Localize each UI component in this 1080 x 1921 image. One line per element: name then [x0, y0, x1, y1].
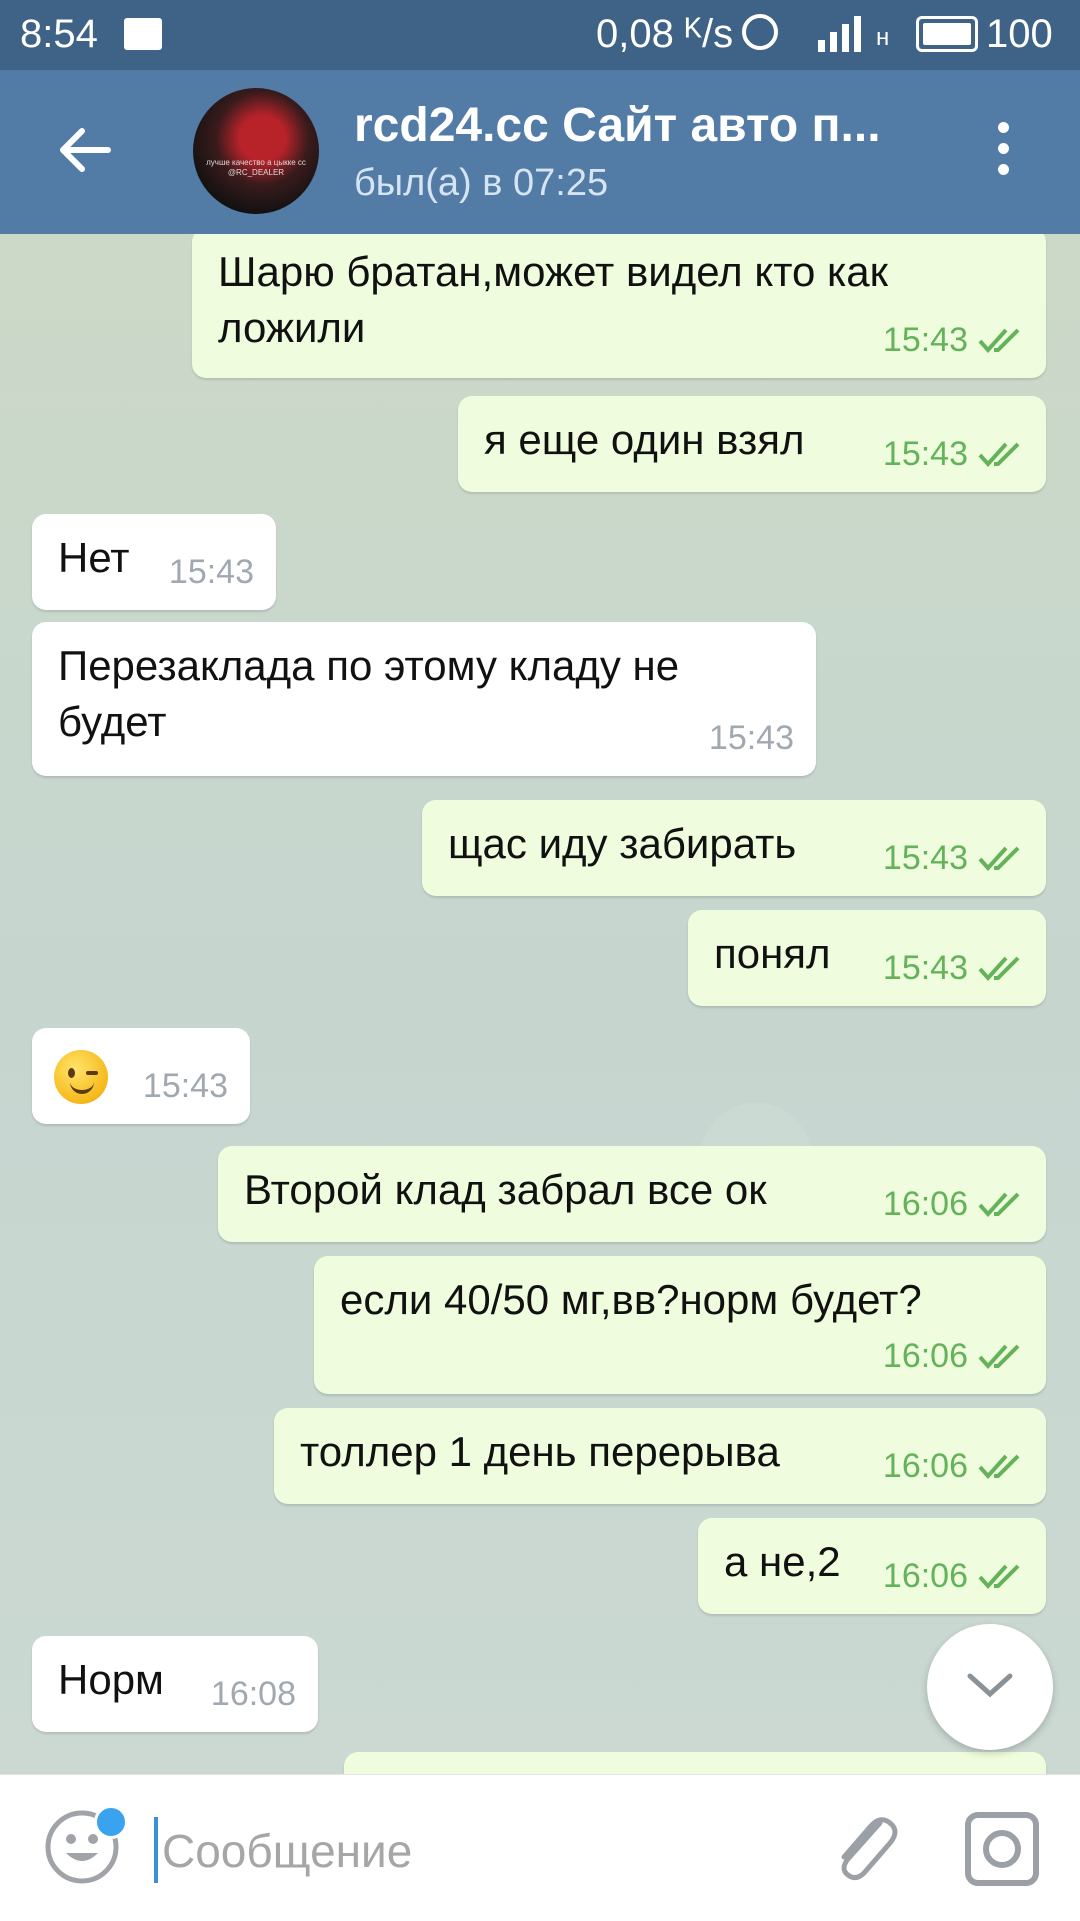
message-meta: 16:06 — [883, 1176, 1024, 1232]
winking-face-emoji — [54, 1050, 108, 1104]
message-bubble-outgoing[interactable]: а не,2 16:06 — [698, 1518, 1046, 1614]
alarm-icon — [742, 14, 778, 50]
message-meta: 15:43 — [883, 940, 1024, 996]
camera-icon[interactable] — [964, 1811, 1040, 1887]
message-bubble-incoming[interactable]: Перезаклада по этому кладу не будет 15:4… — [32, 622, 816, 776]
message-time: 15:43 — [882, 435, 968, 473]
double-check-icon — [978, 1192, 1020, 1217]
double-check-icon — [978, 1344, 1020, 1369]
message-bubble-outgoing[interactable]: если 40/50 мг,вв?норм будет? 16:06 — [314, 1256, 1046, 1394]
avatar[interactable]: лучше качество а цыкке сс @RC_DEALER — [193, 88, 319, 214]
status-time: 8:54 — [20, 12, 98, 56]
double-check-icon — [978, 846, 1020, 871]
message-input-bar — [0, 1774, 1080, 1921]
message-bubble-partial[interactable] — [344, 1752, 1046, 1774]
notification-dot — [94, 1805, 128, 1839]
double-check-icon — [978, 442, 1020, 467]
message-meta: 15:43 — [883, 312, 1024, 368]
message-text: если 40/50 мг,вв?норм будет? — [340, 1276, 922, 1323]
double-check-icon — [978, 328, 1020, 353]
message-meta: 15:43 — [169, 544, 254, 600]
message-meta: 16:08 — [211, 1666, 296, 1722]
status-bar: 8:54 0,08 ᴷ/s н 100 — [0, 0, 1080, 70]
message-time: 15:43 — [882, 839, 968, 877]
chat-title[interactable]: rcd24.cc Сайт авто п... — [354, 98, 881, 153]
message-bubble-incoming[interactable]: 15:43 — [32, 1028, 250, 1124]
message-bubble-outgoing[interactable]: щас иду забирать 15:43 — [422, 800, 1046, 896]
signal-type: н — [876, 24, 890, 51]
message-time: 16:06 — [882, 1447, 968, 1485]
message-bubble-incoming[interactable]: Норм 16:08 — [32, 1636, 318, 1732]
message-bubble-outgoing[interactable]: я еще один взял 15:43 — [458, 396, 1046, 492]
message-meta: 15:43 — [883, 426, 1024, 482]
message-meta: 16:06 — [883, 1328, 1024, 1384]
message-time: 15:43 — [882, 949, 968, 987]
message-time: 15:43 — [142, 1067, 228, 1105]
message-bubble-outgoing[interactable]: толлер 1 день перерыва 16:06 — [274, 1408, 1046, 1504]
last-seen-status: был(а) в 07:25 — [354, 162, 609, 204]
message-time: 16:06 — [882, 1557, 968, 1595]
chat-header: лучше качество а цыкке сс @RC_DEALER rcd… — [0, 70, 1080, 234]
battery-level: 100 — [986, 12, 1053, 56]
message-time: 15:43 — [168, 553, 254, 591]
network-speed: 0,08 ᴷ/s — [596, 12, 734, 56]
chevron-down-icon — [967, 1673, 1013, 1698]
message-time: 15:43 — [882, 321, 968, 359]
scroll-down-button[interactable] — [927, 1624, 1053, 1750]
battery-icon — [916, 16, 978, 52]
message-bubble-outgoing[interactable]: Второй клад забрал все ок 16:06 — [218, 1146, 1046, 1242]
double-check-icon — [978, 1454, 1020, 1479]
message-bubble-outgoing[interactable]: Шарю братан,может видел кто как ложили 1… — [192, 234, 1046, 378]
text-cursor — [154, 1817, 158, 1883]
double-check-icon — [978, 1564, 1020, 1589]
attach-icon[interactable] — [824, 1803, 904, 1893]
message-input[interactable] — [160, 1813, 784, 1889]
image-notification-icon — [124, 18, 162, 50]
more-vert-icon[interactable] — [990, 122, 1016, 182]
message-time: 15:43 — [708, 719, 794, 757]
avatar-text: лучше качество а цыкке сс @RC_DEALER — [206, 158, 306, 177]
message-meta: 15:43 — [709, 710, 794, 766]
message-bubble-incoming[interactable]: Нет 15:43 — [32, 514, 276, 610]
message-bubble-outgoing[interactable]: понял 15:43 — [688, 910, 1046, 1006]
message-time: 16:06 — [882, 1185, 968, 1223]
message-time: 16:08 — [210, 1675, 296, 1713]
message-text: Перезаклада по этому кладу не будет — [58, 642, 691, 745]
message-meta: 15:43 — [883, 830, 1024, 886]
message-meta: 16:06 — [883, 1438, 1024, 1494]
back-arrow-icon[interactable] — [50, 115, 120, 185]
message-time: 16:06 — [882, 1337, 968, 1375]
message-meta: 16:06 — [883, 1548, 1024, 1604]
double-check-icon — [978, 956, 1020, 981]
message-list[interactable]: Шарю братан,может видел кто как ложили 1… — [0, 234, 1080, 1774]
signal-icon — [818, 16, 861, 52]
message-meta: 15:43 — [143, 1058, 228, 1114]
